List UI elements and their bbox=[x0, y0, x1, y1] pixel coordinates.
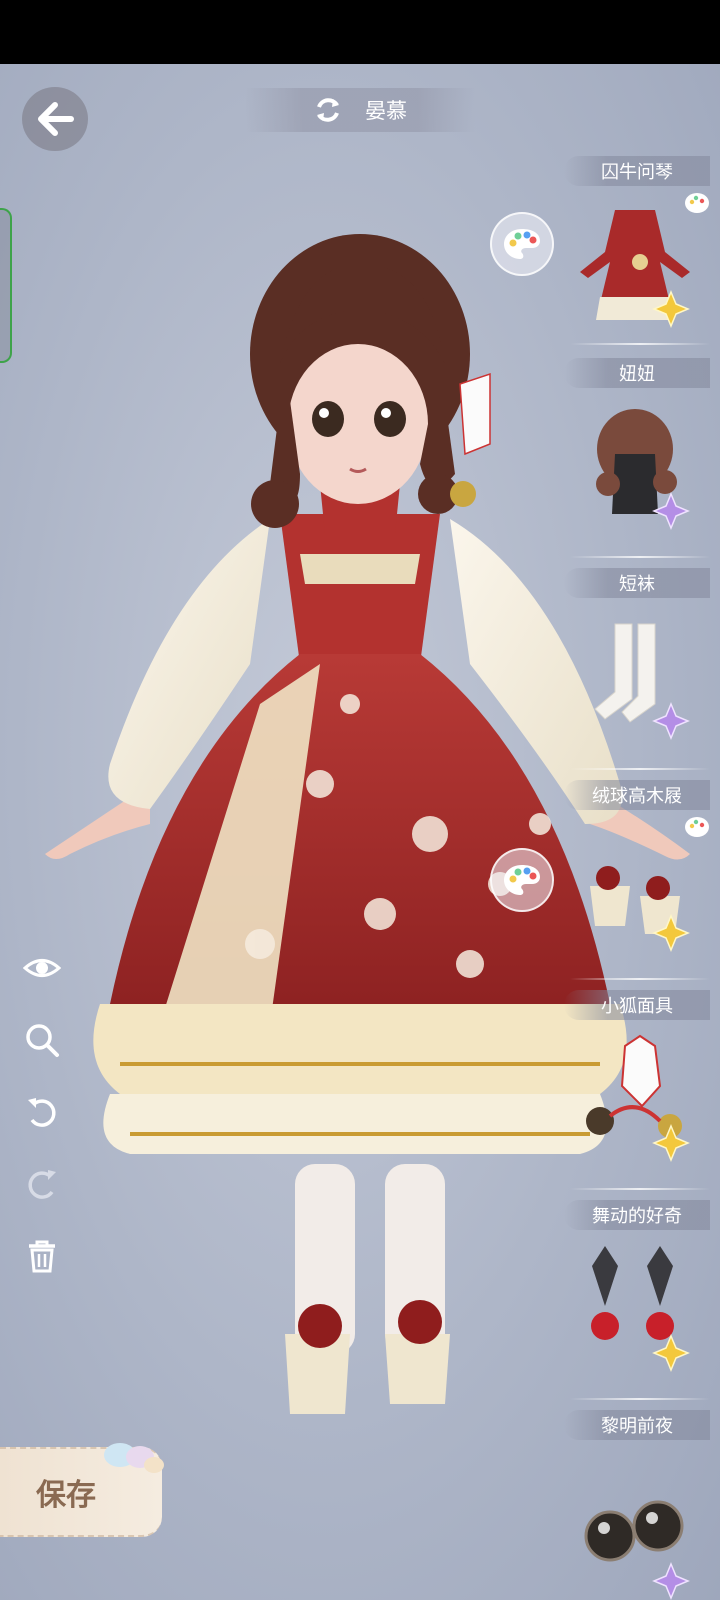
item-separator bbox=[570, 343, 710, 345]
gold-star-icon bbox=[652, 914, 690, 952]
item-hair[interactable]: 妞妞 bbox=[560, 358, 720, 558]
purple-star-icon bbox=[652, 702, 690, 740]
item-mask[interactable]: 小狐面具 bbox=[560, 990, 720, 1190]
left-toolbar bbox=[20, 946, 64, 1306]
palette-badge-icon bbox=[685, 193, 709, 213]
item-dress[interactable]: 囚牛问琴 bbox=[560, 156, 720, 356]
item-label: 绒球高木屐 bbox=[564, 780, 710, 810]
palette-badge-icon bbox=[685, 817, 709, 837]
back-button[interactable] bbox=[22, 87, 88, 151]
item-separator bbox=[570, 1188, 710, 1190]
dye-bubble-dress[interactable] bbox=[490, 212, 554, 276]
eye-icon bbox=[23, 959, 61, 977]
item-label: 妞妞 bbox=[564, 358, 710, 388]
item-shoes[interactable]: 绒球高木屐 bbox=[560, 780, 720, 980]
delete-button[interactable] bbox=[20, 1234, 64, 1278]
redo-button[interactable] bbox=[20, 1162, 64, 1206]
item-label: 小狐面具 bbox=[564, 990, 710, 1020]
arrow-left-icon bbox=[38, 102, 74, 136]
left-drawer-handle[interactable] bbox=[0, 208, 12, 363]
refresh-icon[interactable] bbox=[313, 95, 343, 125]
item-label: 舞动的好奇 bbox=[564, 1200, 710, 1230]
item-label: 短袜 bbox=[564, 568, 710, 598]
purple-star-icon bbox=[652, 1562, 690, 1600]
redo-icon bbox=[28, 1170, 56, 1199]
dye-bubble-shoes[interactable] bbox=[490, 848, 554, 912]
undo-icon bbox=[28, 1098, 56, 1127]
outfit-title-bar[interactable]: 晏慕 bbox=[245, 88, 475, 132]
palette-icon bbox=[504, 865, 540, 895]
item-eyes[interactable]: 黎明前夜 bbox=[560, 1410, 720, 1600]
item-label: 囚牛问琴 bbox=[564, 156, 710, 186]
status-bar bbox=[0, 0, 720, 64]
item-earrings[interactable]: 舞动的好奇 bbox=[560, 1200, 720, 1400]
item-socks[interactable]: 短袜 bbox=[560, 568, 720, 768]
item-label: 黎明前夜 bbox=[564, 1410, 710, 1440]
toggle-visibility-button[interactable] bbox=[20, 946, 64, 990]
trash-icon bbox=[29, 1240, 55, 1273]
gold-star-icon bbox=[652, 1124, 690, 1162]
outfit-title: 晏慕 bbox=[365, 99, 407, 123]
gold-star-icon bbox=[652, 290, 690, 328]
gold-star-icon bbox=[652, 1334, 690, 1372]
butterfly-decoration-icon bbox=[104, 1443, 164, 1473]
item-separator bbox=[570, 978, 710, 980]
zoom-icon bbox=[26, 1024, 59, 1057]
save-label: 保存 bbox=[36, 1478, 96, 1513]
item-separator bbox=[570, 556, 710, 558]
palette-icon bbox=[504, 229, 540, 259]
item-separator bbox=[570, 768, 710, 770]
worn-items-panel: 囚牛问琴 妞妞 短袜 绒球高木屐 小狐面具 舞动的好奇 黎明前夜 bbox=[560, 148, 720, 1600]
purple-star-icon bbox=[652, 492, 690, 530]
item-separator bbox=[570, 1398, 710, 1400]
zoom-button[interactable] bbox=[20, 1018, 64, 1062]
undo-button[interactable] bbox=[20, 1090, 64, 1134]
